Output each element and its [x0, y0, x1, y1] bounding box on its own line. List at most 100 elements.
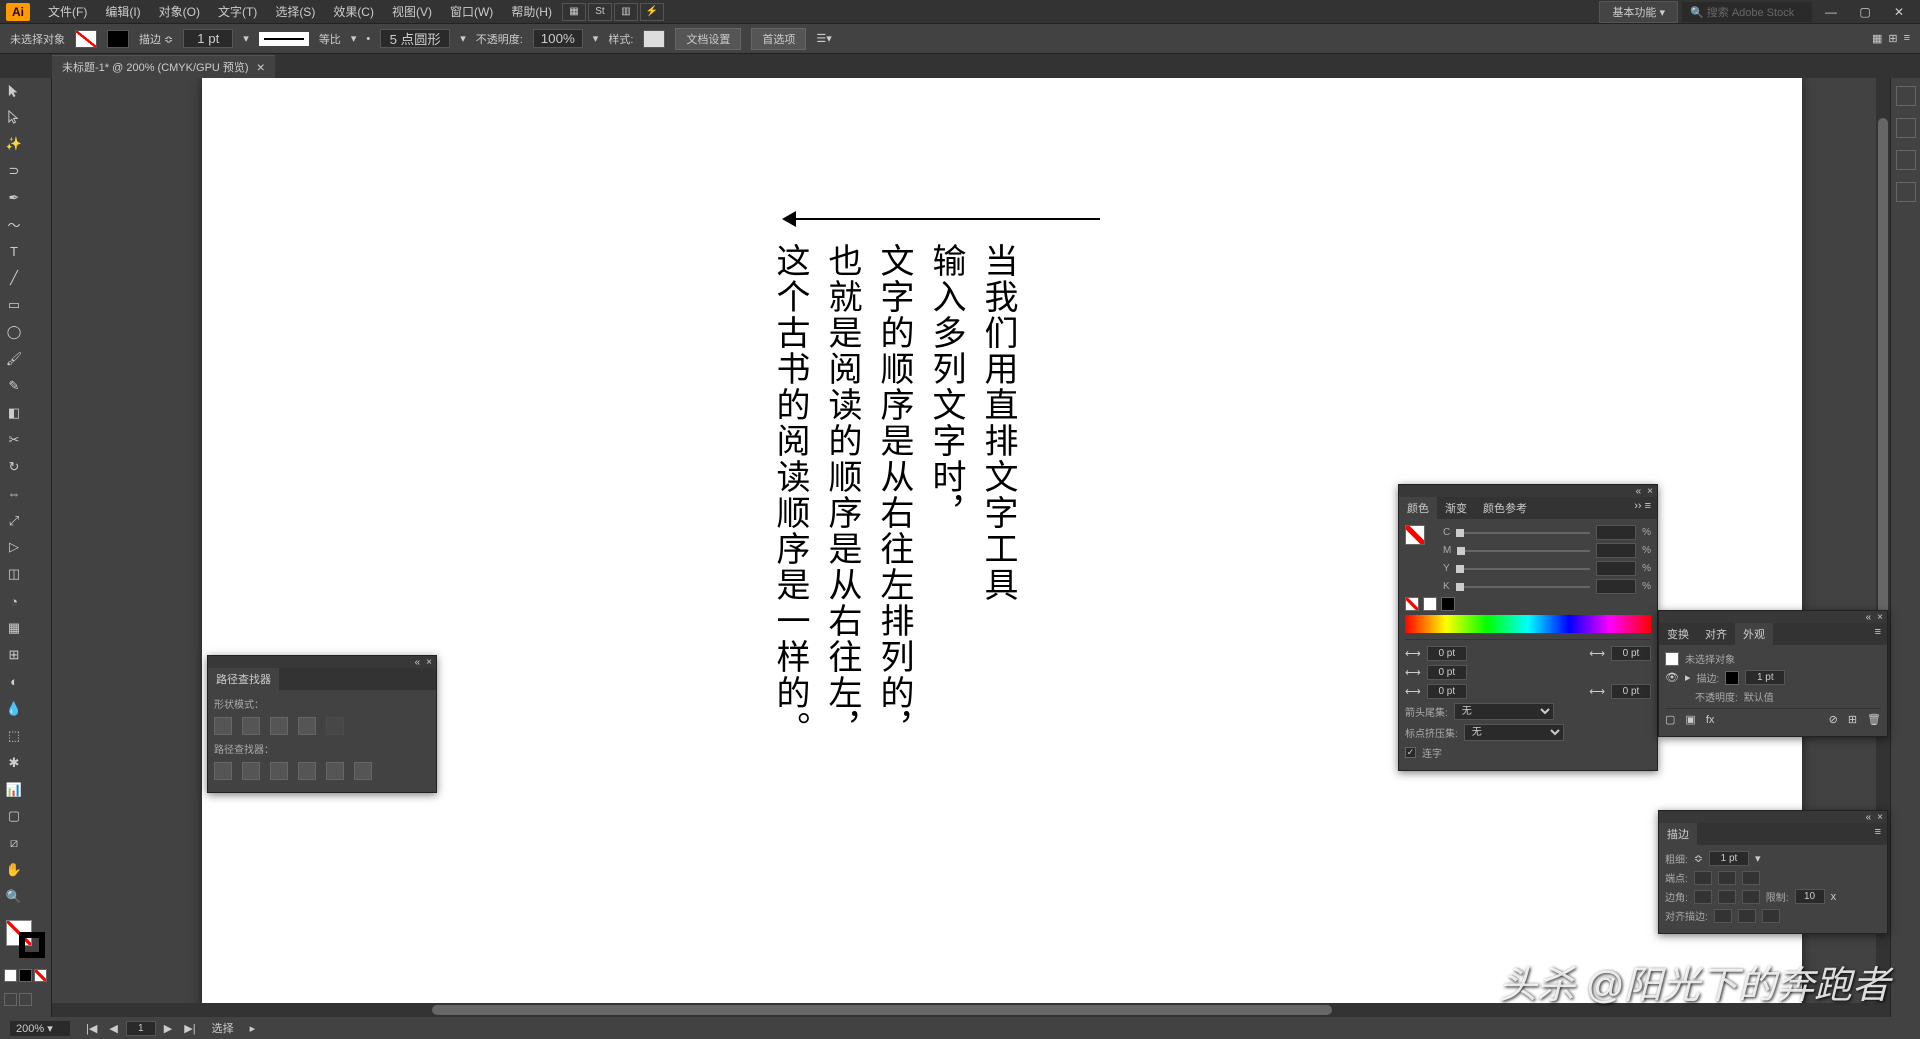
add-effect-icon[interactable]: fx — [1706, 714, 1715, 726]
expand-button[interactable] — [326, 717, 344, 735]
unite-icon[interactable] — [214, 717, 232, 735]
screen-mode-normal[interactable] — [4, 993, 17, 1006]
ctrl-icon-3[interactable]: ≡ — [1904, 32, 1910, 45]
selection-tool[interactable] — [2, 80, 26, 100]
outline-icon[interactable] — [326, 762, 344, 780]
ligature-checkbox[interactable]: ✓ — [1405, 747, 1416, 758]
stroke-panel[interactable]: « × 描边 ≡ 粗细:≎▾ 端点: 边角:限制:x 对齐描边: — [1658, 810, 1888, 934]
v-spacing-input[interactable] — [1427, 665, 1467, 680]
divide-icon[interactable] — [214, 762, 232, 780]
panel-close-icon[interactable]: × — [1877, 612, 1883, 623]
panel-titlebar[interactable]: « × — [1659, 811, 1887, 823]
color-tab[interactable]: 颜色 — [1399, 497, 1437, 519]
minimize-button[interactable]: — — [1816, 3, 1846, 21]
intersect-icon[interactable] — [270, 717, 288, 735]
stroke-indicator[interactable] — [19, 932, 45, 958]
gradient-tool[interactable]: ◐ — [2, 672, 26, 692]
panel-close-icon[interactable]: × — [426, 657, 432, 668]
shape-builder-tool[interactable]: ◔ — [2, 591, 26, 611]
document-tab[interactable]: 未标题-1* @ 200% (CMYK/GPU 预览) × — [52, 55, 275, 78]
appearance-panel[interactable]: « × 变换 对齐 外观 ≡ 未选择对象 👁▸描边: 不透明度:默认值 ▢ ▣ … — [1658, 610, 1888, 737]
panel-titlebar[interactable]: « × — [208, 656, 436, 668]
line-tool[interactable]: ╱ — [2, 268, 26, 288]
column-graph-tool[interactable]: 📊 — [2, 780, 26, 800]
dock-icon-3[interactable] — [1896, 150, 1916, 170]
symbol-sprayer-tool[interactable]: ✱ — [2, 753, 26, 773]
prev-artboard-icon[interactable]: ◀ — [105, 1022, 121, 1035]
fill-stroke-indicator[interactable] — [2, 918, 49, 960]
minus-front-icon[interactable] — [242, 717, 260, 735]
menu-effect[interactable]: 效果(C) — [325, 1, 382, 22]
menu-file[interactable]: 文件(F) — [40, 1, 95, 22]
panel-menu-icon[interactable]: ›› ≡ — [1628, 497, 1657, 519]
menu-select[interactable]: 选择(S) — [267, 1, 323, 22]
vertical-text-block[interactable]: 当我们用直排文字工具 输入多列文字时， 文字的顺序是从右往左排列的， 也就是阅读… — [772, 243, 1014, 747]
panel-collapse-icon[interactable]: « — [1866, 812, 1872, 823]
pen-tool[interactable]: ✒ — [2, 188, 26, 208]
scissors-tool[interactable]: ✂ — [2, 430, 26, 450]
k-slider[interactable] — [1456, 586, 1590, 588]
color-panel[interactable]: « × 颜色 渐变 颜色参考 ›› ≡ C% M% Y% K% ⟷⟷ ⟷ ⟷⟷ … — [1398, 484, 1658, 771]
first-artboard-icon[interactable]: |◀ — [82, 1022, 101, 1035]
type-tool[interactable]: T — [2, 241, 26, 261]
trim-icon[interactable] — [242, 762, 260, 780]
appearance-tab[interactable]: 外观 — [1735, 623, 1773, 645]
zoom-select[interactable]: 200% ▾ — [10, 1021, 70, 1036]
pathfinder-tab[interactable]: 路径查找器 — [208, 668, 279, 690]
align-tab[interactable]: 对齐 — [1697, 623, 1735, 645]
bridge-icon[interactable]: ▦ — [562, 3, 586, 21]
dock-icon-1[interactable] — [1896, 86, 1916, 106]
add-fill-icon[interactable]: ▣ — [1685, 713, 1695, 726]
slice-tool[interactable]: ⧄ — [2, 833, 26, 853]
rectangle-tool[interactable]: ▭ — [2, 295, 26, 315]
gpu-icon[interactable]: ⚡ — [640, 3, 664, 21]
stroke-color-swatch[interactable] — [1725, 671, 1739, 685]
expand-icon[interactable]: ▸ — [1685, 671, 1691, 684]
arrange-icon[interactable]: ▥ — [614, 3, 638, 21]
weight-dropdown-icon[interactable]: ▾ — [1755, 852, 1761, 865]
stroke-preview[interactable] — [259, 32, 309, 46]
panel-close-icon[interactable]: × — [1647, 486, 1653, 497]
ellipse-tool[interactable]: ◯ — [2, 322, 26, 342]
mesh-tool[interactable]: ⊞ — [2, 645, 26, 665]
stroke-style-dropdown-icon[interactable]: ▾ — [351, 32, 357, 45]
opacity-input[interactable] — [533, 29, 583, 48]
ctrl-icon-2[interactable]: ⊞ — [1888, 32, 1897, 45]
c-slider[interactable] — [1456, 532, 1590, 534]
panel-titlebar[interactable]: « × — [1399, 485, 1657, 497]
lasso-tool[interactable]: ⊃ — [2, 161, 26, 181]
status-dropdown-icon[interactable]: ▸ — [250, 1022, 256, 1035]
prefs-button[interactable]: 首选项 — [751, 28, 806, 50]
align-inside-icon[interactable] — [1738, 909, 1756, 923]
minus-back-icon[interactable] — [354, 762, 372, 780]
arrowhead-select[interactable]: 无 — [1454, 703, 1554, 720]
exclude-icon[interactable] — [298, 717, 316, 735]
artboard-input[interactable] — [126, 1021, 156, 1036]
brush-dropdown-icon[interactable]: ▾ — [460, 32, 466, 45]
scale-select[interactable]: 无 — [1464, 724, 1564, 741]
rotate-tool[interactable]: ↻ — [2, 457, 26, 477]
panel-menu-icon[interactable]: ≡ — [1869, 823, 1887, 845]
none-swatch[interactable] — [1405, 597, 1419, 611]
panel-collapse-icon[interactable]: « — [415, 657, 421, 668]
dock-icon-4[interactable] — [1896, 182, 1916, 202]
menu-window[interactable]: 窗口(W) — [442, 1, 501, 22]
menu-view[interactable]: 视图(V) — [384, 1, 440, 22]
pencil-tool[interactable]: ✎ — [2, 376, 26, 396]
cap-butt-icon[interactable] — [1694, 871, 1712, 885]
brush-input[interactable] — [380, 29, 450, 48]
eraser-tool[interactable]: ◧ — [2, 403, 26, 423]
menu-edit[interactable]: 编辑(I) — [97, 1, 148, 22]
stroke-tab[interactable]: 描边 — [1659, 823, 1697, 845]
tab-close-icon[interactable]: × — [257, 59, 265, 75]
last-artboard-icon[interactable]: ▶| — [180, 1022, 199, 1035]
ctrl-icon-1[interactable]: ▦ — [1872, 32, 1882, 45]
stroke-weight-dropdown-icon[interactable]: ▾ — [243, 32, 249, 45]
h-spacing-input-2[interactable] — [1611, 646, 1651, 661]
magic-wand-tool[interactable]: ✨ — [2, 134, 26, 154]
panel-collapse-icon[interactable]: « — [1636, 486, 1642, 497]
y-slider[interactable] — [1456, 568, 1590, 570]
visibility-icon[interactable]: 👁 — [1665, 671, 1679, 684]
stock-icon[interactable]: St — [588, 3, 612, 21]
panel-close-icon[interactable]: × — [1877, 812, 1883, 823]
